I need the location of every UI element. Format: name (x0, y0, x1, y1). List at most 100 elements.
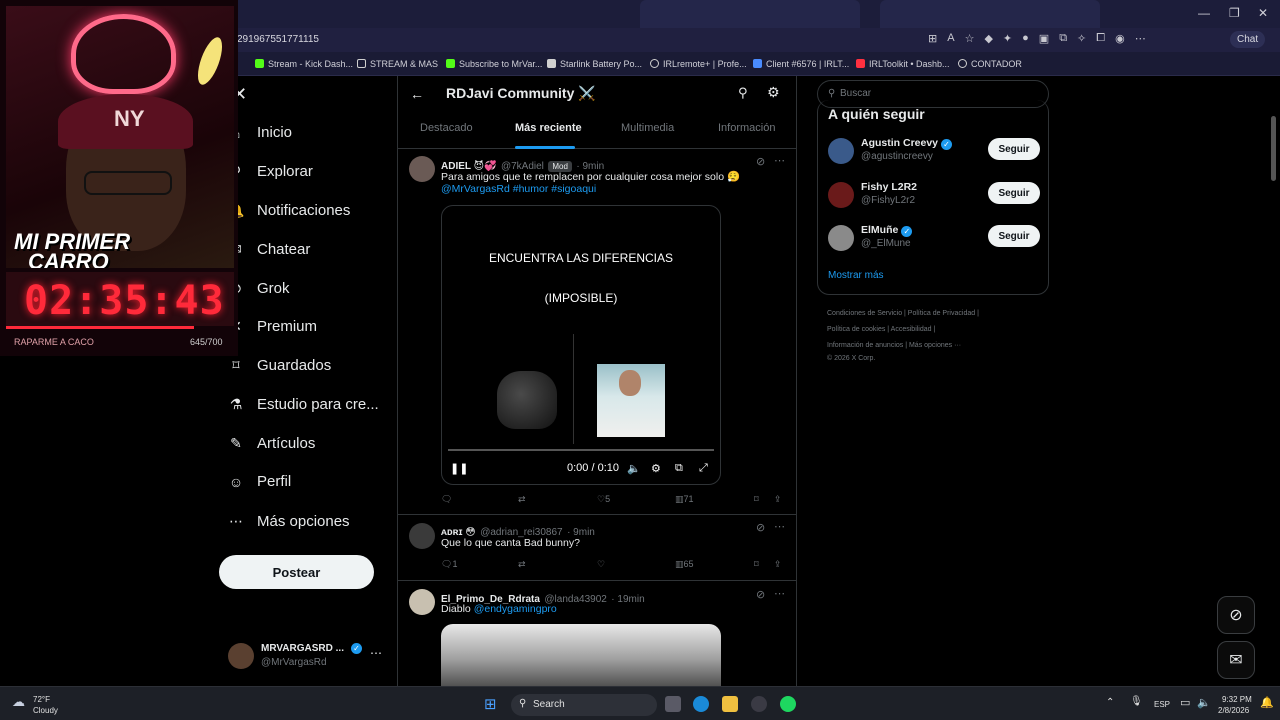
minimize-button[interactable]: — (1198, 6, 1210, 20)
clock-date[interactable]: 2/8/2026 (1218, 706, 1249, 715)
pause-icon[interactable]: ❚❚ (450, 462, 468, 475)
grok-floating-button[interactable]: ⊘ (1217, 596, 1255, 634)
more-dots-icon[interactable]: ⋯ (774, 587, 785, 600)
extension-icon[interactable]: ◆ (984, 32, 992, 45)
show-more-link[interactable]: Mostrar más (828, 270, 884, 281)
menu-dots-icon[interactable]: ⋯ (1135, 32, 1146, 45)
post-links[interactable]: @MrVargasRd #humor #sigoaqui (441, 183, 596, 195)
notification-bell-icon[interactable]: 🔔 (1260, 696, 1274, 709)
tab-informacion[interactable]: Información (718, 122, 775, 134)
sidebar-item-explorar[interactable]: ⚲Explorar (228, 163, 313, 180)
video-progress-bar[interactable] (448, 449, 714, 451)
views-icon[interactable]: ▥ 65 (675, 559, 694, 570)
follow-button[interactable]: Seguir (988, 138, 1040, 160)
reply-icon[interactable]: 🗨 (441, 494, 452, 505)
suggestion-name[interactable]: Agustin Creevy ✓ (861, 137, 953, 150)
repost-icon[interactable]: ⇄ (518, 559, 526, 570)
read-aloud-icon[interactable]: A (947, 32, 954, 45)
sidebar-item-articulos[interactable]: ✎ Artículos (228, 435, 315, 452)
windows-start-icon[interactable]: ⊞ (484, 695, 497, 713)
sidebar-item-estudio[interactable]: ⚗ Estudio para cre... (228, 396, 379, 413)
file-explorer-icon[interactable] (722, 696, 738, 712)
avatar[interactable] (828, 182, 854, 208)
footer-links[interactable]: Información de anuncios | Más opciones ·… (827, 342, 961, 349)
avatar[interactable] (409, 523, 435, 549)
maximize-button[interactable]: ❐ (1229, 6, 1240, 20)
post-time[interactable]: · 19min (611, 594, 644, 605)
bookmark-icon[interactable]: ⌑ (754, 559, 759, 570)
microphone-icon[interactable]: 🎙 (1130, 696, 1143, 707)
suggestion-item[interactable]: ElMuñe ✓ @_ElMune Seguir (828, 223, 1040, 253)
video-player[interactable]: ENCUENTRA LAS DIFERENCIAS (IMPOSIBLE) ❚❚… (441, 205, 721, 485)
sidebar-item-premium[interactable]: ✕Premium (228, 318, 317, 335)
messages-floating-button[interactable]: ✉ (1217, 641, 1255, 679)
favorites-icon[interactable]: ✧ (1077, 32, 1086, 45)
volume-icon[interactable]: 🔈 (1197, 696, 1211, 709)
grok-icon[interactable]: ⊘ (756, 155, 765, 168)
settings-gear-icon[interactable]: ⚙ (651, 462, 661, 475)
back-arrow-icon[interactable]: ← (410, 86, 424, 102)
bookmark-item[interactable]: Stream - Kick Dash... (255, 59, 353, 69)
browser-tab[interactable] (880, 0, 1100, 28)
like-icon[interactable]: ♡ (597, 559, 605, 570)
volume-icon[interactable]: 🔈 (627, 462, 641, 475)
clock-time[interactable]: 9:32 PM (1222, 695, 1252, 704)
task-view-icon[interactable] (665, 696, 681, 712)
suggestion-item[interactable]: Agustin Creevy ✓ @agustincreevy Seguir (828, 136, 1040, 166)
network-icon[interactable]: ▭ (1180, 696, 1190, 709)
pip-icon[interactable]: ⧉ (675, 462, 683, 475)
more-dots-icon[interactable]: ⋯ (774, 520, 785, 533)
weather-icon[interactable]: ☁ (12, 694, 25, 710)
copilot-chat-button[interactable]: Chat (1230, 31, 1266, 48)
weather-desc[interactable]: Cloudy (33, 706, 58, 715)
share-icon[interactable]: ⇪ (774, 559, 782, 570)
chevron-up-icon[interactable]: ⌃ (1106, 697, 1114, 708)
scrollbar-thumb[interactable] (1271, 116, 1276, 181)
sidebar-item-perfil[interactable]: ☺ Perfil (228, 473, 291, 490)
repost-icon[interactable]: ⇄ (518, 494, 526, 505)
views-icon[interactable]: ▥ 71 (675, 494, 694, 505)
grok-icon[interactable]: ⊘ (756, 521, 765, 534)
account-switcher[interactable]: MRVARGASRD ... ✓ @MrVargasRd ⋯ (228, 640, 388, 674)
bookmark-item[interactable]: Client #6576 | IRLT... (753, 59, 849, 69)
collections-icon[interactable]: ⧠ (1096, 32, 1105, 45)
reply-icon[interactable]: 🗨 1 (441, 559, 457, 570)
tab-multimedia[interactable]: Multimedia (621, 122, 674, 134)
post[interactable]: ᴀᴅʀɪ 😳 @adrian_rei30867 · 9min ⊘ ⋯ Que l… (398, 515, 796, 581)
post[interactable]: ADIEL 😈💞 @7kAdiel Mod · 9min ⊘ ⋯ Para am… (398, 150, 796, 515)
extension-icon[interactable]: ▣ (1039, 32, 1049, 45)
avatar[interactable] (828, 138, 854, 164)
bookmark-item[interactable]: Starlink Battery Po... (547, 59, 642, 69)
extensions-puzzle-icon[interactable]: ⧉ (1059, 32, 1067, 45)
share-icon[interactable]: ⇪ (774, 494, 782, 505)
sidebar-item-chatear[interactable]: ✉Chatear (228, 241, 310, 258)
suggestion-name[interactable]: Fishy L2R2 (861, 181, 917, 193)
spotify-icon[interactable] (780, 696, 796, 712)
weather-temp[interactable]: 72°F (33, 695, 50, 704)
extension-icon[interactable]: ● (1022, 32, 1029, 45)
more-dots-icon[interactable]: ⋯ (370, 646, 382, 660)
language-indicator[interactable]: ESP (1154, 700, 1170, 709)
like-icon[interactable]: ♡ 5 (597, 494, 610, 505)
post-image[interactable] (441, 624, 721, 686)
app-icon[interactable] (751, 696, 767, 712)
profile-avatar-icon[interactable]: ◉ (1115, 32, 1125, 45)
more-dots-icon[interactable]: ⋯ (774, 154, 785, 167)
post-button[interactable]: Postear (219, 555, 374, 589)
sidebar-item-notificaciones[interactable]: 🔔Notificaciones (227, 202, 350, 219)
bookmark-icon[interactable]: ⌑ (754, 494, 759, 505)
bookmark-item[interactable]: IRLremote+ | Profe... (650, 59, 747, 69)
favorite-star-icon[interactable]: ☆ (965, 32, 975, 45)
app-icon[interactable]: ⊞ (928, 32, 937, 45)
bookmark-item[interactable]: IRLToolkit • Dashb... (856, 59, 950, 69)
suggestion-item[interactable]: Fishy L2R2 @FishyL2r2 Seguir (828, 180, 1040, 210)
close-button[interactable]: ✕ (1258, 6, 1268, 20)
sidebar-item-mas-opciones[interactable]: ⋯ Más opciones (228, 513, 350, 530)
bookmark-item[interactable]: STREAM & MAS (357, 59, 438, 69)
post[interactable]: El_Primo_De_Rdrata @landa43902 · 19min ⊘… (398, 581, 796, 686)
follow-button[interactable]: Seguir (988, 182, 1040, 204)
fullscreen-icon[interactable]: ⤢ (699, 462, 708, 475)
post-links[interactable]: @endygamingpro (474, 603, 557, 615)
footer-links[interactable]: Política de cookies | Accesibilidad | (827, 326, 935, 333)
grok-icon[interactable]: ⊘ (756, 588, 765, 601)
